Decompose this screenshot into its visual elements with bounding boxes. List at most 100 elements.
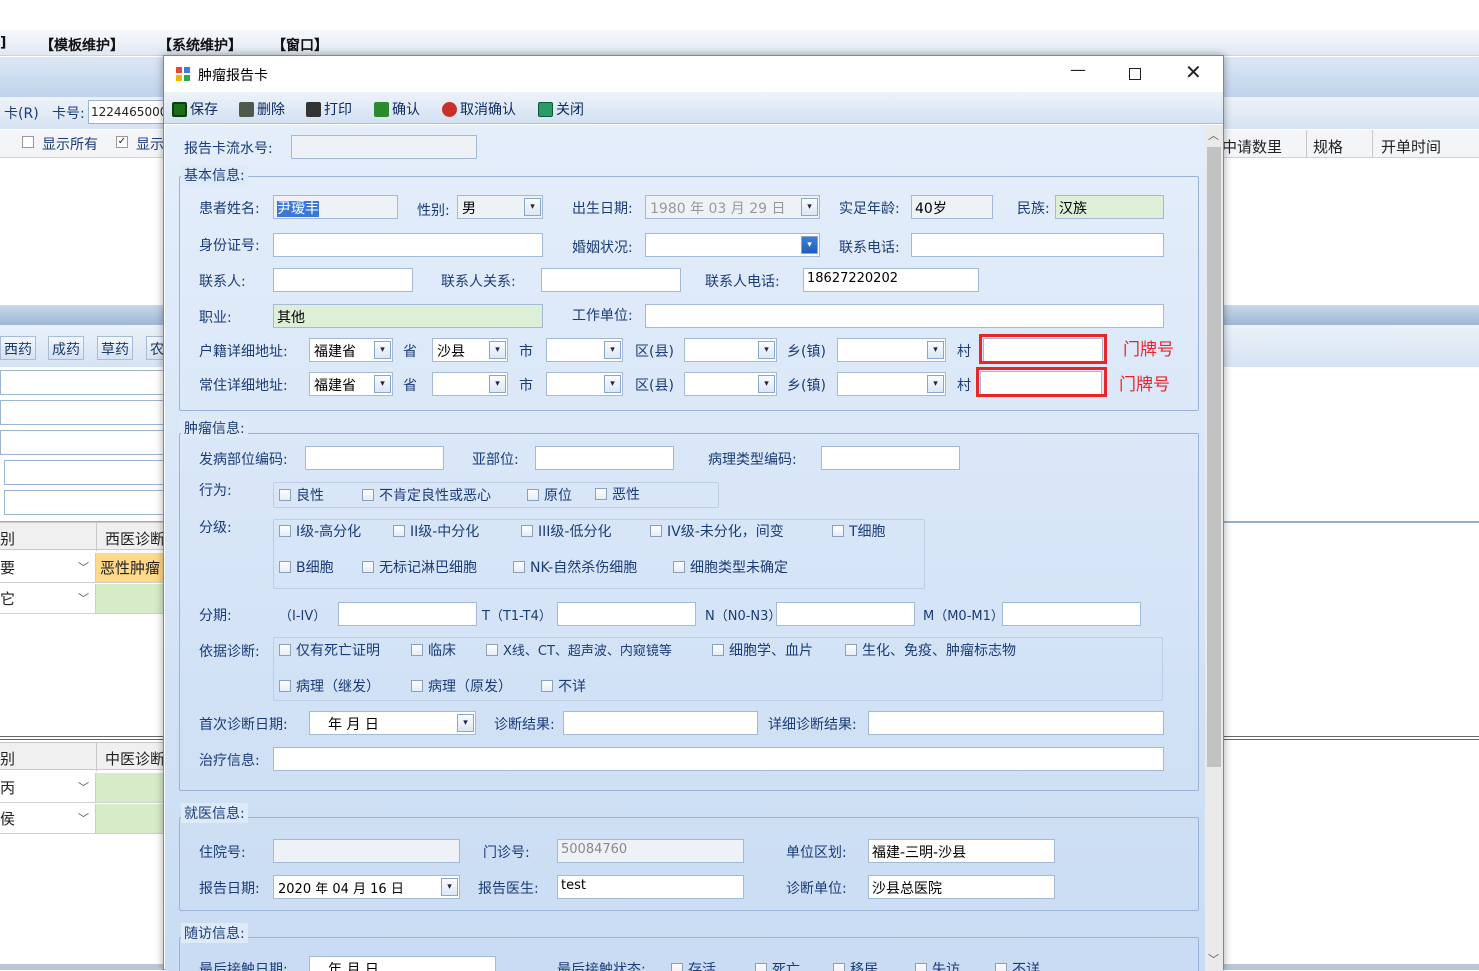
tab-patent[interactable]: 成药 <box>48 336 84 360</box>
dropdown-arrow-icon[interactable]: ▾ <box>374 375 391 393</box>
checkbox[interactable] <box>279 561 291 573</box>
checkbox[interactable] <box>832 525 844 537</box>
stage-overall-input[interactable] <box>338 602 477 626</box>
serial-input[interactable] <box>291 135 477 159</box>
dropdown-arrow-icon[interactable]: ▾ <box>801 198 818 216</box>
checkbox[interactable] <box>486 643 498 656</box>
show-all-checkbox[interactable] <box>22 136 34 148</box>
status-unknown[interactable]: 不详 <box>995 959 1040 971</box>
checkbox[interactable] <box>279 525 291 537</box>
card-button[interactable]: 卡(R) <box>4 103 39 123</box>
name-input[interactable]: 尹瑷丰 <box>273 195 398 219</box>
checkbox[interactable] <box>541 680 553 692</box>
chevron-down-icon[interactable]: ﹀ <box>78 559 89 575</box>
dropdown-arrow-icon[interactable]: ▾ <box>374 341 391 359</box>
work-input[interactable] <box>645 304 1164 328</box>
scroll-thumb[interactable] <box>1207 147 1221 767</box>
dropdown-arrow-icon[interactable]: ▾ <box>524 198 541 216</box>
grade-undetermined[interactable]: 细胞类型未确定 <box>673 557 788 577</box>
stage-n-input[interactable] <box>776 602 915 626</box>
checkbox[interactable] <box>673 561 685 573</box>
basis-death-cert[interactable]: 仅有死亡证明 <box>279 640 380 660</box>
birth-date-picker[interactable]: 1980 年 03 月 29 日 ▾ <box>645 195 820 219</box>
dropdown-arrow-icon[interactable]: ▾ <box>927 375 944 393</box>
dropdown-arrow-icon[interactable]: ▾ <box>457 714 474 732</box>
scroll-up-icon[interactable]: ︿ <box>1208 127 1219 143</box>
behavior-malignant[interactable]: 恶性 <box>595 484 640 504</box>
scroll-down-icon[interactable]: ﹀ <box>1208 951 1219 967</box>
huji-city[interactable]: 沙县 ▾ <box>432 338 508 362</box>
grade-3[interactable]: III级-低分化 <box>521 521 611 541</box>
live-district[interactable]: ▾ <box>546 372 623 396</box>
phone-input[interactable] <box>911 233 1164 257</box>
confirm-button[interactable]: 确认 <box>374 99 420 119</box>
huji-town[interactable]: ▾ <box>684 338 777 362</box>
bg-field-2[interactable] <box>0 400 170 425</box>
bg-field-1[interactable] <box>0 370 170 395</box>
stage-t-input[interactable] <box>557 602 696 626</box>
checkbox[interactable] <box>362 561 374 573</box>
basis-cytology[interactable]: 细胞学、血片 <box>712 640 813 660</box>
bg-field-5[interactable] <box>4 490 170 515</box>
dropdown-arrow-icon[interactable]: ▾ <box>927 341 944 359</box>
grade-2[interactable]: II级-中分化 <box>393 521 479 541</box>
marriage-select[interactable]: ▾ <box>645 233 820 257</box>
checkbox[interactable] <box>527 489 539 501</box>
grid2-row1-diag[interactable] <box>96 773 170 803</box>
chevron-down-icon[interactable]: ﹀ <box>78 590 89 606</box>
behavior-in-situ[interactable]: 原位 <box>527 485 572 505</box>
checkbox[interactable] <box>279 644 291 656</box>
menu-window[interactable]: 【窗口】 <box>272 35 328 55</box>
basis-imaging[interactable]: X线、CT、超声波、内窥镜等 <box>486 640 672 659</box>
menu-template[interactable]: 【模板维护】 <box>40 35 124 55</box>
site-input[interactable] <box>305 446 444 470</box>
dropdown-arrow-icon[interactable]: ▾ <box>604 341 621 359</box>
live-village[interactable]: ▾ <box>837 372 946 396</box>
outpatient-input[interactable]: 50084760 <box>557 839 744 863</box>
treatment-input[interactable] <box>273 747 1164 771</box>
tab-western[interactable]: 西药 <box>0 336 36 360</box>
save-button[interactable]: 保存 <box>172 99 218 119</box>
basis-pathology-primary[interactable]: 病理（原发） <box>411 676 512 696</box>
pathology-input[interactable] <box>821 446 960 470</box>
huji-province[interactable]: 福建省 ▾ <box>309 338 393 362</box>
checkbox[interactable] <box>595 488 607 500</box>
behavior-uncertain[interactable]: 不肯定良性或恶心 <box>362 485 491 505</box>
maximize-icon[interactable] <box>1129 68 1141 80</box>
grid1-row2-type[interactable]: 它 ﹀ <box>0 584 96 614</box>
age-input[interactable]: 40岁 <box>911 195 993 219</box>
cancel-confirm-button[interactable]: 取消确认 <box>442 99 516 119</box>
status-moved[interactable]: 移居 <box>833 959 878 971</box>
grade-nk-cell[interactable]: NK-自然杀伤细胞 <box>513 557 637 577</box>
menu-item[interactable]: ] <box>0 35 6 51</box>
basis-biochem[interactable]: 生化、免疫、肿瘤标志物 <box>845 640 1016 660</box>
tab-herbal[interactable]: 草药 <box>97 336 133 360</box>
live-city[interactable]: ▾ <box>432 372 508 396</box>
show2-checkbox[interactable]: ✓ <box>116 136 128 148</box>
dropdown-arrow-icon[interactable]: ▾ <box>758 375 775 393</box>
grid1-row1-diag[interactable]: 恶性肿瘤 <box>96 553 170 583</box>
checkbox[interactable] <box>411 680 423 692</box>
huji-village[interactable]: ▾ <box>837 338 946 362</box>
checkbox[interactable] <box>362 489 374 501</box>
bg-field-4[interactable] <box>4 460 170 485</box>
subsite-input[interactable] <box>535 446 674 470</box>
checkbox[interactable] <box>279 489 291 501</box>
dropdown-arrow-icon[interactable]: ▾ <box>758 341 775 359</box>
job-input[interactable]: 其他 <box>273 304 543 328</box>
status-lost[interactable]: 失访 <box>915 959 960 971</box>
checkbox[interactable] <box>845 644 857 656</box>
detail-result-input[interactable] <box>868 711 1164 735</box>
dropdown-arrow-icon[interactable]: ▾ <box>604 375 621 393</box>
grid2-row2-type[interactable]: 侯 ﹀ <box>0 804 96 834</box>
huji-district[interactable]: ▾ <box>546 338 623 362</box>
last-contact-date[interactable]: 年 月 日 <box>309 956 496 971</box>
checkbox[interactable] <box>712 644 724 656</box>
grid2-row1-type[interactable]: 丙 ﹀ <box>0 773 96 803</box>
inpatient-input[interactable] <box>273 839 460 863</box>
first-diagnosis-date[interactable]: 年 月 日 ▾ <box>309 711 476 735</box>
doctor-input[interactable]: test <box>557 875 744 899</box>
dropdown-arrow-icon[interactable]: ▾ <box>441 878 458 896</box>
contact-input[interactable] <box>273 268 413 292</box>
grade-null-cell[interactable]: 无标记淋巴细胞 <box>362 557 477 577</box>
